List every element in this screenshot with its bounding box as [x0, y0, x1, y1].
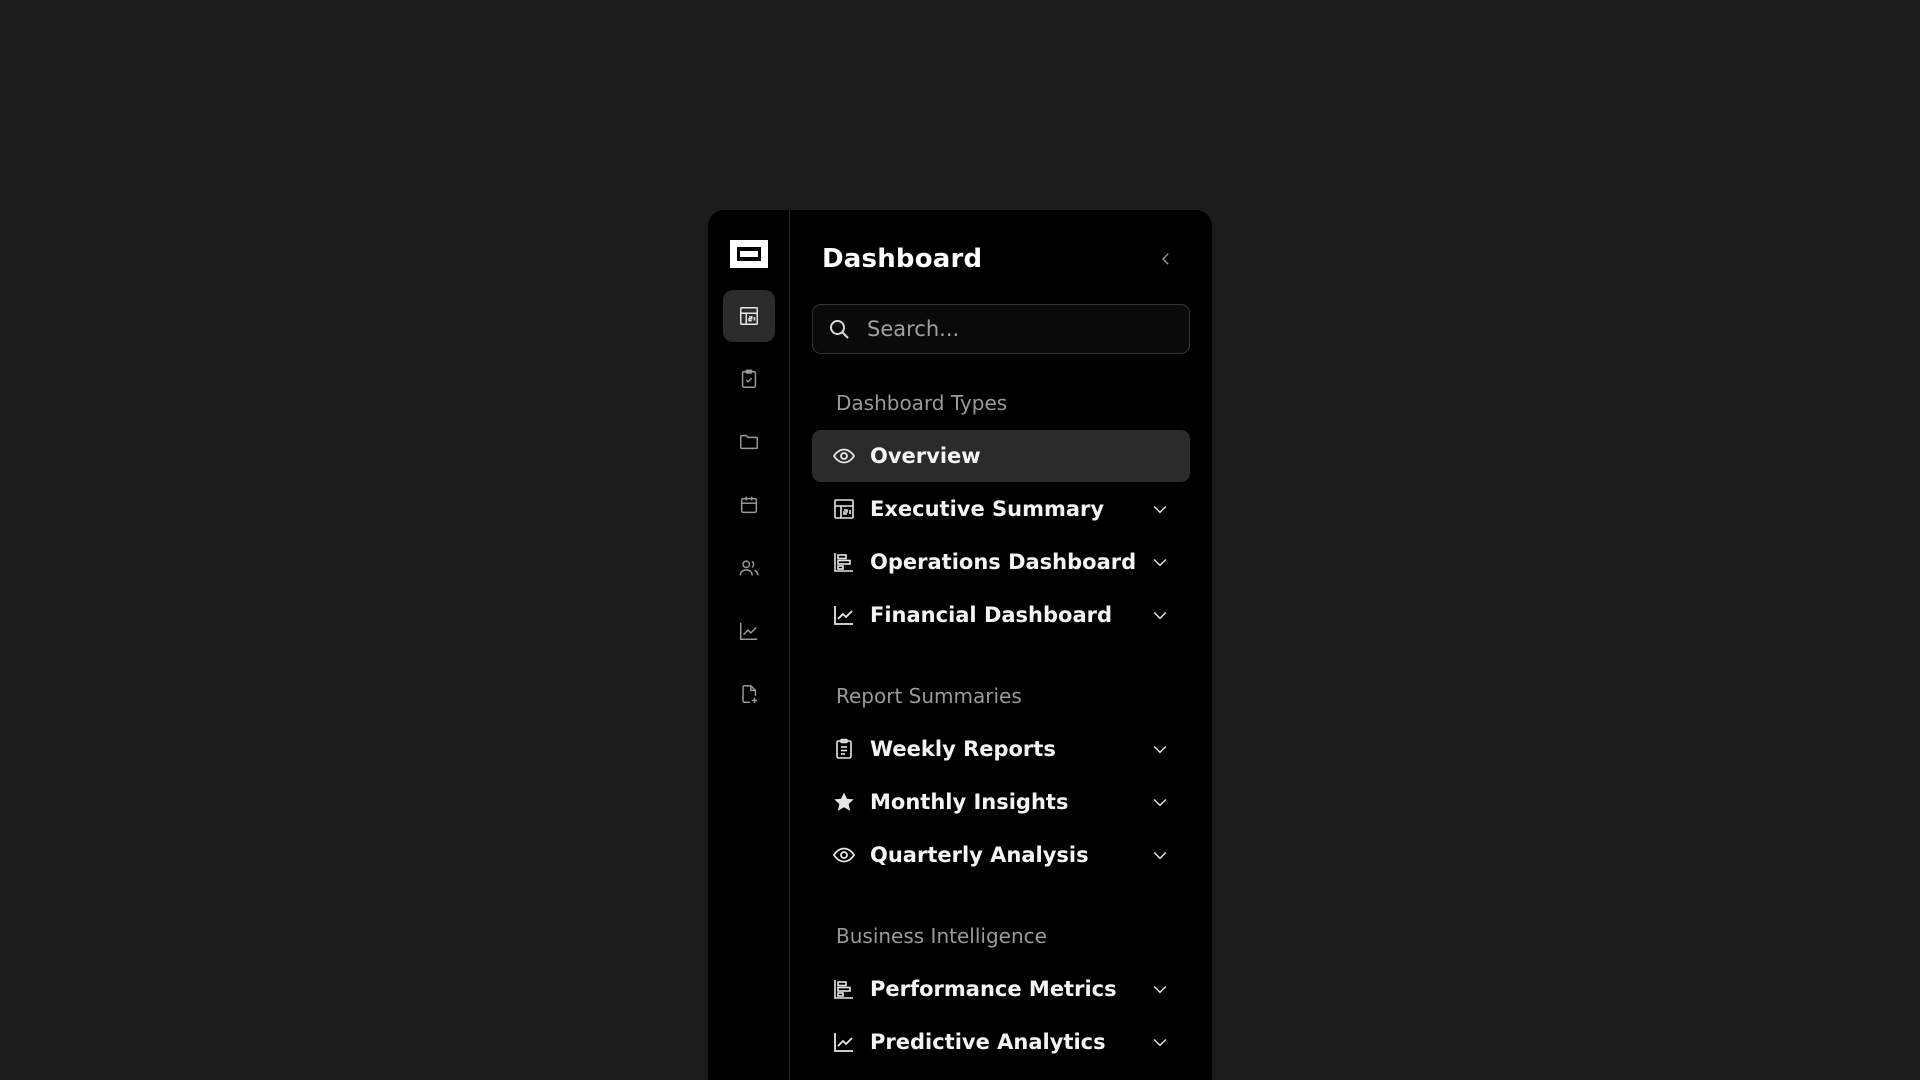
section-label-dashboard-types: Dashboard Types — [836, 391, 1008, 415]
folder-icon — [739, 434, 758, 450]
nav-item-label: Weekly Reports — [870, 737, 1056, 761]
search-input[interactable] — [865, 316, 1175, 342]
star-icon — [834, 792, 854, 811]
rail-tasks-button[interactable] — [723, 353, 775, 405]
rail-users-button[interactable] — [723, 542, 775, 594]
rail-folder-button[interactable] — [723, 416, 775, 468]
nav-item-label: Operations Dashboard — [870, 550, 1137, 574]
icon-rail — [708, 210, 790, 1080]
nav-item-label: Performance Metrics — [870, 977, 1117, 1001]
chevron-left-icon — [1162, 253, 1169, 265]
nav-item-label: Quarterly Analysis — [870, 843, 1089, 867]
nav-item-weekly-reports[interactable]: Weekly Reports — [812, 723, 1190, 775]
dashboard-icon — [739, 307, 758, 325]
sidebar-panel: Dashboard Dashboard Types Overview Execu… — [708, 210, 1212, 1080]
nav-item-quarterly-analysis[interactable]: Quarterly Analysis — [812, 829, 1190, 881]
nav-item-overview[interactable]: Overview — [812, 430, 1190, 482]
rail-analytics-button[interactable] — [723, 605, 775, 657]
nav-item-label: Executive Summary — [870, 497, 1105, 521]
chevron-down-icon — [1153, 505, 1167, 514]
collapse-sidebar-button[interactable] — [1152, 245, 1180, 273]
nav-item-predictive-analytics[interactable]: Predictive Analytics — [812, 1016, 1190, 1068]
nav-item-operations-dashboard[interactable]: Operations Dashboard — [812, 536, 1190, 588]
nav-item-label: Predictive Analytics — [870, 1030, 1106, 1054]
rail-calendar-button[interactable] — [723, 479, 775, 531]
nav-item-executive-summary[interactable]: Executive Summary — [812, 483, 1190, 535]
page-title: Dashboard — [822, 244, 983, 274]
search-box — [812, 304, 1190, 354]
chevron-down-icon — [1153, 558, 1167, 567]
chevron-down-icon — [1153, 851, 1167, 860]
nav-header: Dashboard — [812, 210, 1190, 304]
trending-up-icon — [834, 1033, 853, 1052]
bar-chart-icon — [834, 553, 853, 572]
nav-item-label: Financial Dashboard — [870, 603, 1113, 627]
dashboard-icon — [834, 499, 854, 519]
section-label-report-summaries: Report Summaries — [836, 684, 1022, 708]
logo-icon[interactable] — [729, 240, 768, 268]
nav-item-performance-metrics[interactable]: Performance Metrics — [812, 963, 1190, 1015]
file-plus-icon — [741, 685, 757, 704]
clipboard-check-icon — [741, 369, 756, 388]
trending-up-icon — [739, 622, 757, 640]
chevron-down-icon — [1153, 798, 1167, 807]
rail-dashboard-button[interactable] — [722, 290, 775, 342]
eye-icon — [832, 847, 856, 863]
bar-chart-icon — [834, 980, 853, 999]
chevron-down-icon — [1153, 611, 1167, 620]
nav-item-label: Overview — [870, 444, 981, 468]
nav-item-label: Monthly Insights — [870, 790, 1069, 814]
section-label-business-intelligence: Business Intelligence — [836, 924, 1047, 948]
nav-panel: Dashboard Dashboard Types Overview Execu… — [790, 210, 1212, 1080]
calendar-icon — [740, 496, 757, 514]
search-icon — [830, 320, 849, 339]
rail-new-file-button[interactable] — [723, 668, 775, 720]
nav-item-monthly-insights[interactable]: Monthly Insights — [812, 776, 1190, 828]
chevron-down-icon — [1153, 1038, 1167, 1047]
clipboard-list-icon — [836, 738, 852, 759]
chevron-down-icon — [1153, 745, 1167, 754]
eye-icon — [832, 448, 856, 464]
nav-item-financial-dashboard[interactable]: Financial Dashboard — [812, 589, 1190, 641]
trending-up-icon — [834, 606, 853, 625]
chevron-down-icon — [1153, 985, 1167, 994]
users-icon — [739, 560, 758, 576]
